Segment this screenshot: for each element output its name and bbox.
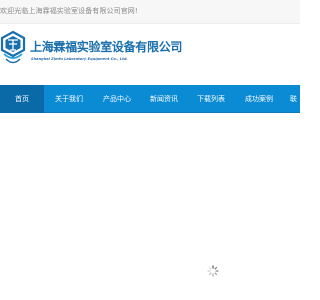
nav-item-label: 产品中心 bbox=[103, 95, 131, 103]
nav-item-downloads[interactable]: 下载列表 bbox=[188, 85, 234, 113]
nav-item-products[interactable]: 产品中心 bbox=[94, 85, 140, 113]
nav-item-label: 联 bbox=[290, 95, 297, 103]
welcome-text: 欢迎光临上海霖福实验室设备有限公司官网! bbox=[0, 7, 138, 15]
hexagon-logo-icon bbox=[0, 30, 26, 64]
company-name-en: Shanghai Zimfu Laboratory Equipment Co.,… bbox=[31, 57, 128, 61]
nav-item-home[interactable]: 首页 bbox=[0, 85, 44, 113]
site-logo[interactable]: 上海霖福实验室设备有限公司 Shanghai Zimfu Laboratory … bbox=[0, 30, 182, 80]
nav-item-cases[interactable]: 成功案例 bbox=[234, 85, 284, 113]
nav-item-contact[interactable]: 联 bbox=[284, 85, 314, 113]
main-nav: 首页 关于我们 产品中心 新闻资讯 下载列表 成功案例 联 bbox=[0, 85, 300, 113]
nav-item-news[interactable]: 新闻资讯 bbox=[140, 85, 188, 113]
nav-item-label: 下载列表 bbox=[197, 95, 225, 103]
nav-item-label: 首页 bbox=[15, 95, 29, 103]
nav-item-label: 成功案例 bbox=[245, 95, 273, 103]
nav-item-about[interactable]: 关于我们 bbox=[44, 85, 94, 113]
nav-item-label: 新闻资讯 bbox=[150, 95, 178, 103]
nav-item-label: 关于我们 bbox=[55, 95, 83, 103]
company-name-cn: 上海霖福实验室设备有限公司 bbox=[30, 40, 183, 54]
spinner-icon bbox=[207, 265, 219, 277]
top-bar: 欢迎光临上海霖福实验室设备有限公司官网! bbox=[0, 0, 300, 24]
content-area bbox=[0, 113, 300, 300]
